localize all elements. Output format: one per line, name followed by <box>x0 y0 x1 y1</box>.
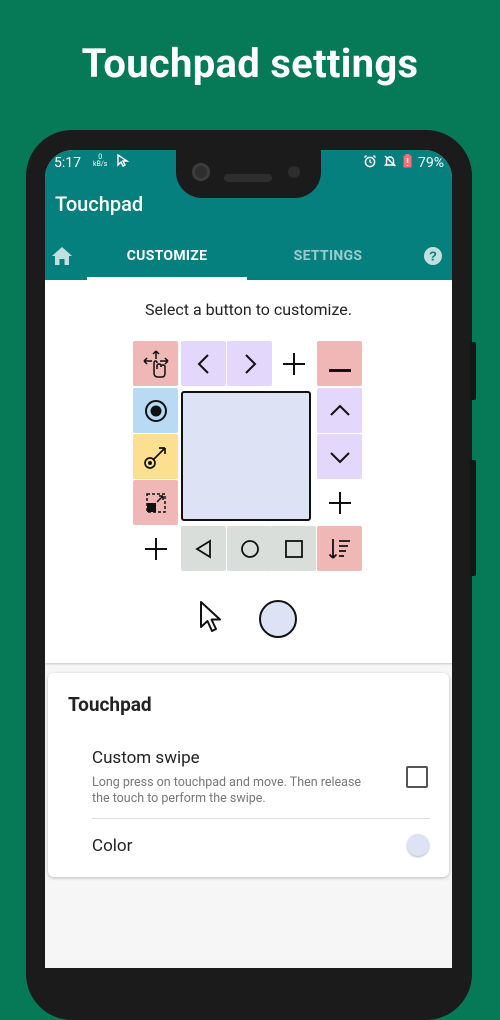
network-speed-unit: kB/s <box>93 160 108 168</box>
back-nav-button[interactable] <box>181 526 226 571</box>
square-recents-icon <box>284 539 303 558</box>
move-touchpad-button[interactable] <box>133 341 178 386</box>
add-button-top[interactable] <box>271 341 316 386</box>
chevron-up-icon <box>329 404 350 416</box>
tab-bar: CUSTOMIZE SETTINGS ? <box>45 234 452 280</box>
cursor-status-icon <box>117 153 130 171</box>
custom-swipe-description: Long press on touchpad and move. Then re… <box>92 775 362 806</box>
radio-target-icon <box>144 399 167 422</box>
chevron-down-icon <box>329 451 350 463</box>
phone-screen: 5:17 0 kB/s 79% Touchpad CUSTOMIZE SETTI… <box>45 150 452 970</box>
cursor-swipe-button[interactable] <box>133 434 178 479</box>
triangle-back-icon <box>194 538 211 559</box>
power-button <box>470 460 476 576</box>
mouse-pointer-icon[interactable] <box>199 600 225 638</box>
left-click-button[interactable] <box>133 388 178 433</box>
proximity-sensor <box>288 166 300 178</box>
customize-prompt: Select a button to customize. <box>145 300 352 319</box>
recents-nav-button[interactable] <box>271 526 316 571</box>
add-button-bottom[interactable] <box>133 526 178 571</box>
custom-swipe-checkbox[interactable] <box>406 766 428 788</box>
volume-button <box>470 342 476 400</box>
battery-percent: 79% <box>418 155 444 171</box>
tab-customize[interactable]: CUSTOMIZE <box>87 234 247 280</box>
svg-text:?: ? <box>429 249 437 264</box>
touchpad-editor: Select a button to customize. <box>45 280 452 663</box>
battery-icon <box>403 154 412 172</box>
touchpad-settings-card: Touchpad Custom swipe Long press on touc… <box>48 673 449 877</box>
status-time: 5:17 <box>54 155 81 171</box>
scroll-up-button[interactable] <box>317 388 362 433</box>
sort-list-icon <box>328 538 350 559</box>
front-camera-icon <box>192 163 210 181</box>
circle-home-icon <box>240 539 259 558</box>
color-swatch[interactable] <box>407 834 429 856</box>
help-icon[interactable]: ? <box>423 246 443 270</box>
color-label[interactable]: Color <box>92 836 132 856</box>
camera-notch <box>176 148 321 198</box>
card-title: Touchpad <box>68 693 152 716</box>
notifications-off-icon <box>383 154 397 172</box>
add-button-right[interactable] <box>317 480 362 525</box>
previous-button[interactable] <box>181 341 226 386</box>
home-icon[interactable] <box>51 246 73 270</box>
earpiece-speaker <box>224 174 272 182</box>
floating-circle-preview[interactable] <box>259 600 297 638</box>
promo-headline: Touchpad settings <box>81 40 419 87</box>
screen-bottom-edge <box>45 968 452 970</box>
chevron-right-icon <box>244 353 256 374</box>
minimize-button[interactable] <box>317 341 362 386</box>
minus-icon <box>328 368 351 372</box>
chevron-left-icon <box>197 353 209 374</box>
sort-button[interactable] <box>317 526 362 571</box>
swipe-arrow-icon <box>143 446 166 469</box>
divider <box>92 818 430 819</box>
resize-button[interactable] <box>133 480 178 525</box>
network-speed: 0 kB/s <box>93 154 107 168</box>
next-button[interactable] <box>227 341 272 386</box>
tab-settings[interactable]: SETTINGS <box>248 234 408 280</box>
resize-icon <box>145 492 166 513</box>
drag-hand-icon <box>142 349 169 378</box>
plus-icon <box>282 352 305 375</box>
plus-icon <box>144 537 167 560</box>
home-nav-button[interactable] <box>227 526 272 571</box>
plus-icon <box>328 491 351 514</box>
custom-swipe-label[interactable]: Custom swipe <box>92 748 200 768</box>
alarm-icon <box>363 154 377 172</box>
touchpad-area[interactable] <box>181 391 311 521</box>
scroll-down-button[interactable] <box>317 434 362 479</box>
app-title: Touchpad <box>55 192 144 216</box>
